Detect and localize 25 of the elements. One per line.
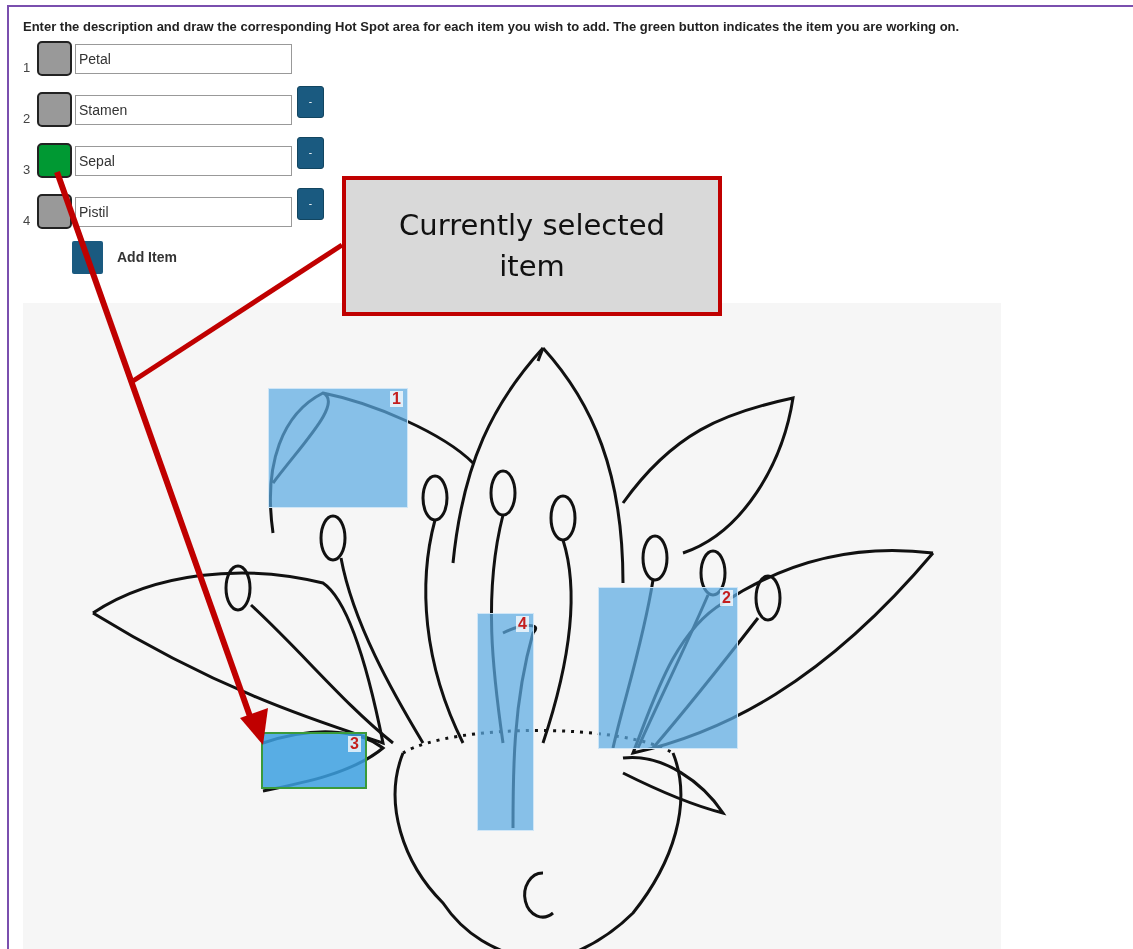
item-description-field[interactable]: Stamen xyxy=(75,94,292,125)
item-select-button[interactable] xyxy=(37,142,72,178)
hotspot-number: 4 xyxy=(516,615,529,632)
remove-item-button[interactable]: - xyxy=(297,136,324,169)
item-number: 4 xyxy=(23,211,32,230)
hotspot-number: 3 xyxy=(348,735,361,752)
item-number: 2 xyxy=(23,109,32,128)
item-description-field[interactable]: Petal xyxy=(75,43,292,74)
hotspot-number: 2 xyxy=(720,589,733,606)
hotspot-area[interactable]: 1 xyxy=(268,387,408,508)
hotspot-number: 1 xyxy=(390,390,403,407)
add-item-label: Add Item xyxy=(117,247,177,267)
hotspot-area[interactable]: 4 xyxy=(477,612,534,831)
hotspot-area[interactable]: 3 xyxy=(261,731,367,789)
item-description-field[interactable]: Pistil xyxy=(75,196,292,227)
hotspot-area[interactable]: 2 xyxy=(598,586,738,749)
remove-item-button[interactable]: - xyxy=(297,187,324,220)
item-description-field[interactable]: Sepal xyxy=(75,145,292,176)
item-select-button[interactable] xyxy=(37,40,72,76)
item-number: 3 xyxy=(23,160,32,179)
item-number: 1 xyxy=(23,58,32,77)
remove-item-button[interactable]: - xyxy=(297,85,324,118)
item-select-button[interactable] xyxy=(37,91,72,127)
instruction-text: Enter the description and draw the corresponding Hot Spot area for each item you wish to add. The green button indicates the item you are working on. xyxy=(23,18,961,36)
callout-box: Currently selected item xyxy=(342,176,722,316)
